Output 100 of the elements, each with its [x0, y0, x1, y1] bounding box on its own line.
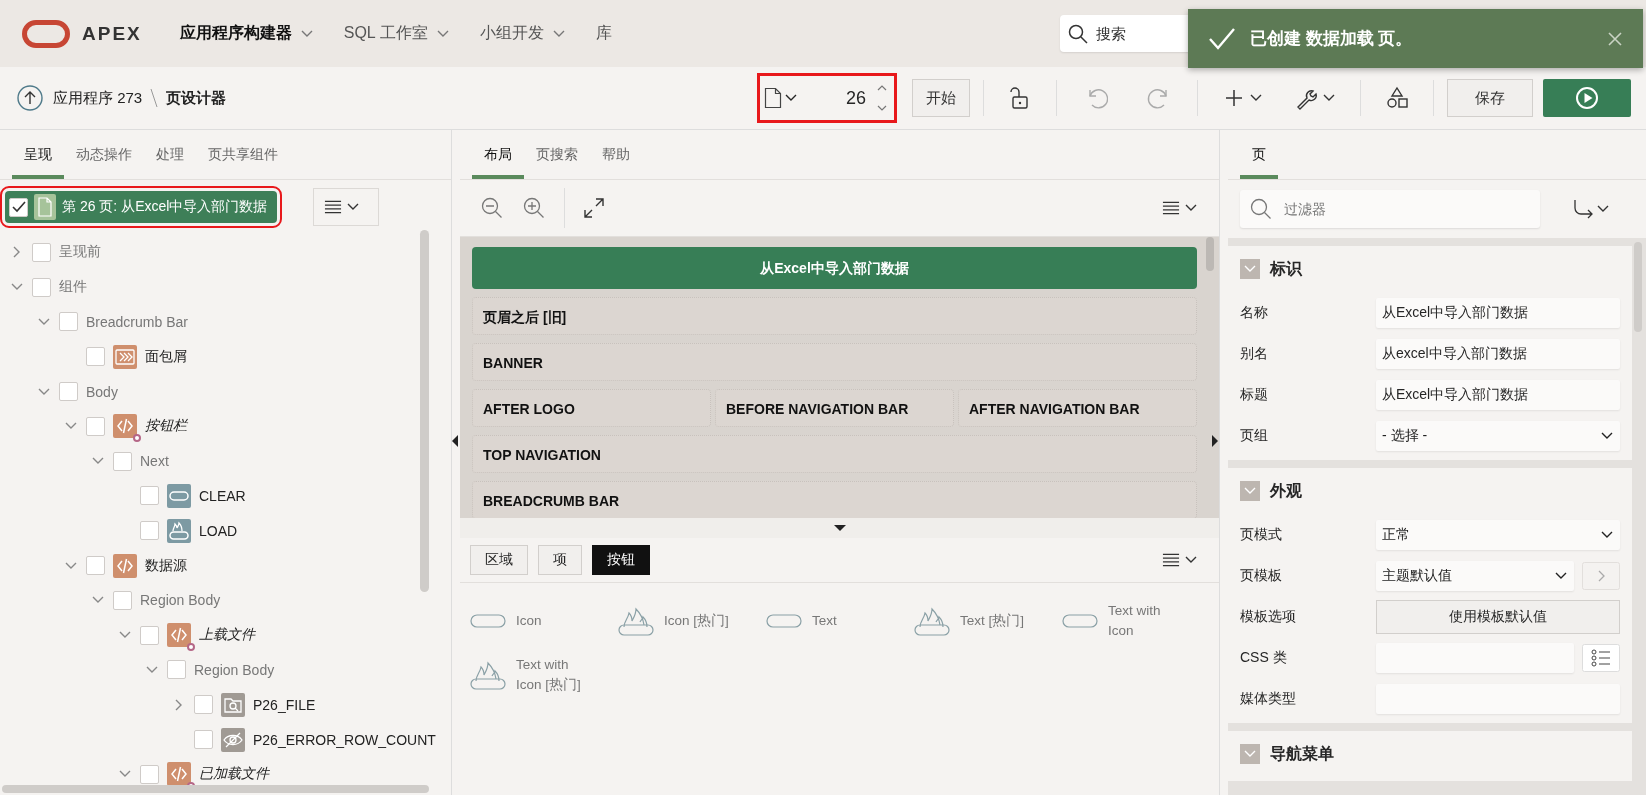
- checkbox[interactable]: [32, 277, 51, 297]
- checkbox[interactable]: [167, 660, 186, 680]
- tree-node-label[interactable]: 已加载文件: [199, 765, 269, 784]
- zoom-out-icon[interactable]: [480, 196, 504, 220]
- tree-node-label[interactable]: 按钮栏: [145, 417, 187, 436]
- layout-position[interactable]: TOP NAVIGATION: [472, 435, 1197, 473]
- tree-node-label[interactable]: Region Body: [140, 592, 221, 609]
- gallery-item-label[interactable]: Text [热门]: [960, 611, 1040, 631]
- gallery-tab[interactable]: 项: [538, 545, 582, 575]
- select-field[interactable]: - 选择 -: [1376, 420, 1620, 451]
- checkbox[interactable]: [113, 590, 132, 610]
- checkbox[interactable]: [59, 312, 78, 332]
- select-field[interactable]: 主题默认值: [1376, 560, 1574, 591]
- tree-node-label[interactable]: CLEAR: [199, 487, 246, 504]
- flame-button-icon[interactable]: [914, 606, 950, 636]
- tree-node-label[interactable]: P26_ERROR_ROW_COUNT: [253, 731, 436, 748]
- nav-menu[interactable]: 应用程序构建器: [179, 19, 314, 48]
- checkbox[interactable]: [140, 625, 159, 645]
- text-field[interactable]: 从excel中导入部门数据: [1376, 338, 1620, 369]
- gallery-tab[interactable]: 按钮: [592, 545, 650, 575]
- breadcrumb-link[interactable]: 应用程序 273: [53, 88, 143, 108]
- checkbox[interactable]: [9, 197, 28, 217]
- hot-button-icon: [167, 518, 191, 543]
- gallery-item-label[interactable]: Text with Icon [热门]: [516, 655, 596, 695]
- collapse-toggle[interactable]: [1240, 481, 1260, 501]
- nav-menu[interactable]: SQL 工作室: [343, 19, 450, 48]
- pill-button-icon[interactable]: [1062, 614, 1098, 628]
- checkbox[interactable]: [140, 521, 159, 541]
- page-selector[interactable]: 26: [757, 73, 897, 123]
- tree-node-label[interactable]: 呈现前: [59, 243, 101, 262]
- layout-position[interactable]: BANNER: [472, 343, 1197, 381]
- flame-button-icon[interactable]: [618, 606, 654, 636]
- checkbox[interactable]: [194, 730, 213, 750]
- panel-tab[interactable]: 处理: [144, 130, 196, 179]
- menu-button[interactable]: [313, 188, 379, 226]
- checkbox[interactable]: [140, 764, 159, 784]
- start-button[interactable]: 开始: [912, 79, 970, 117]
- tree-node-label[interactable]: 数据源: [145, 556, 187, 575]
- checkbox[interactable]: [32, 242, 51, 262]
- tree-node-label[interactable]: 面包屑: [145, 347, 187, 366]
- tree-node-label[interactable]: Region Body: [194, 661, 275, 678]
- layout-position[interactable]: AFTER LOGO: [472, 389, 711, 427]
- panel-tab[interactable]: 呈现: [12, 130, 64, 179]
- select-field[interactable]: 正常: [1376, 519, 1620, 550]
- text-field[interactable]: 从Excel中导入部门数据: [1376, 297, 1620, 328]
- panel-tab[interactable]: 页搜索: [524, 130, 590, 179]
- list-picker-icon[interactable]: [1582, 643, 1620, 672]
- breadcrumb-link[interactable]: 页设计器: [166, 88, 227, 108]
- layout-position[interactable]: 页眉之后 [旧]: [472, 297, 1197, 335]
- checkbox[interactable]: [194, 695, 213, 715]
- tree-node-label[interactable]: P26_FILE: [253, 696, 316, 713]
- search-field[interactable]: 搜索: [1094, 24, 1184, 43]
- zoom-in-icon[interactable]: [522, 196, 546, 220]
- collapse-right-icon[interactable]: [1212, 435, 1218, 447]
- flame-button-icon[interactable]: [470, 660, 506, 690]
- save-button[interactable]: 保存: [1447, 79, 1533, 117]
- nav-menu[interactable]: 库: [595, 19, 612, 48]
- filter-bar[interactable]: 过滤器: [1240, 190, 1540, 228]
- tree-node-label[interactable]: Next: [140, 453, 169, 470]
- checkbox[interactable]: [59, 382, 78, 402]
- tree-node-label[interactable]: 组件: [59, 278, 87, 297]
- gallery-item-label[interactable]: Text: [812, 611, 892, 631]
- nav-menu[interactable]: 小组开发: [479, 19, 566, 48]
- expand-icon[interactable]: [583, 197, 605, 219]
- checkbox[interactable]: [140, 486, 159, 506]
- filter-field[interactable]: 过滤器: [1282, 200, 1482, 218]
- tree-node-label[interactable]: 上载文件: [199, 626, 255, 645]
- collapse-toggle[interactable]: [1240, 744, 1260, 764]
- panel-tab[interactable]: 页: [1240, 130, 1278, 179]
- pill-button-icon[interactable]: [766, 614, 802, 628]
- scrollbar[interactable]: [2, 785, 429, 793]
- gallery-item-label[interactable]: Text with Icon: [1108, 601, 1188, 641]
- panel-tab[interactable]: 帮助: [590, 130, 642, 179]
- scrollbar[interactable]: [420, 230, 429, 592]
- template-options-button[interactable]: 使用模板默认值: [1376, 599, 1620, 634]
- chevron-right-icon[interactable]: [1582, 561, 1620, 590]
- collapse-toggle[interactable]: [1240, 259, 1260, 279]
- tree-node-label[interactable]: LOAD: [199, 522, 238, 539]
- gallery-tab[interactable]: 区域: [470, 545, 528, 575]
- run-button[interactable]: [1543, 79, 1631, 117]
- gallery-item-label[interactable]: Icon: [516, 611, 596, 631]
- layout-position[interactable]: BEFORE NAVIGATION BAR: [715, 389, 954, 427]
- checkbox[interactable]: [86, 556, 105, 576]
- layout-position[interactable]: BREADCRUMB BAR: [472, 481, 1197, 518]
- gallery-item-label[interactable]: Icon [热门]: [664, 611, 744, 631]
- scrollbar[interactable]: [1206, 237, 1214, 271]
- collapse-down-icon[interactable]: [833, 525, 846, 531]
- tree-node-label[interactable]: Breadcrumb Bar: [86, 314, 188, 330]
- layout-position[interactable]: AFTER NAVIGATION BAR: [958, 389, 1197, 427]
- close-icon[interactable]: [1607, 30, 1623, 47]
- panel-tab[interactable]: 布局: [472, 130, 524, 179]
- page-icon: [34, 194, 56, 220]
- pill-button-icon[interactable]: [470, 614, 506, 628]
- tree-node-label[interactable]: Body: [86, 383, 118, 400]
- panel-tab[interactable]: 页共享组件: [196, 130, 290, 179]
- checkbox[interactable]: [86, 347, 105, 367]
- checkbox[interactable]: [113, 451, 132, 471]
- text-field[interactable]: 从Excel中导入部门数据: [1376, 379, 1620, 410]
- panel-tab[interactable]: 动态操作: [64, 130, 144, 179]
- checkbox[interactable]: [86, 416, 105, 436]
